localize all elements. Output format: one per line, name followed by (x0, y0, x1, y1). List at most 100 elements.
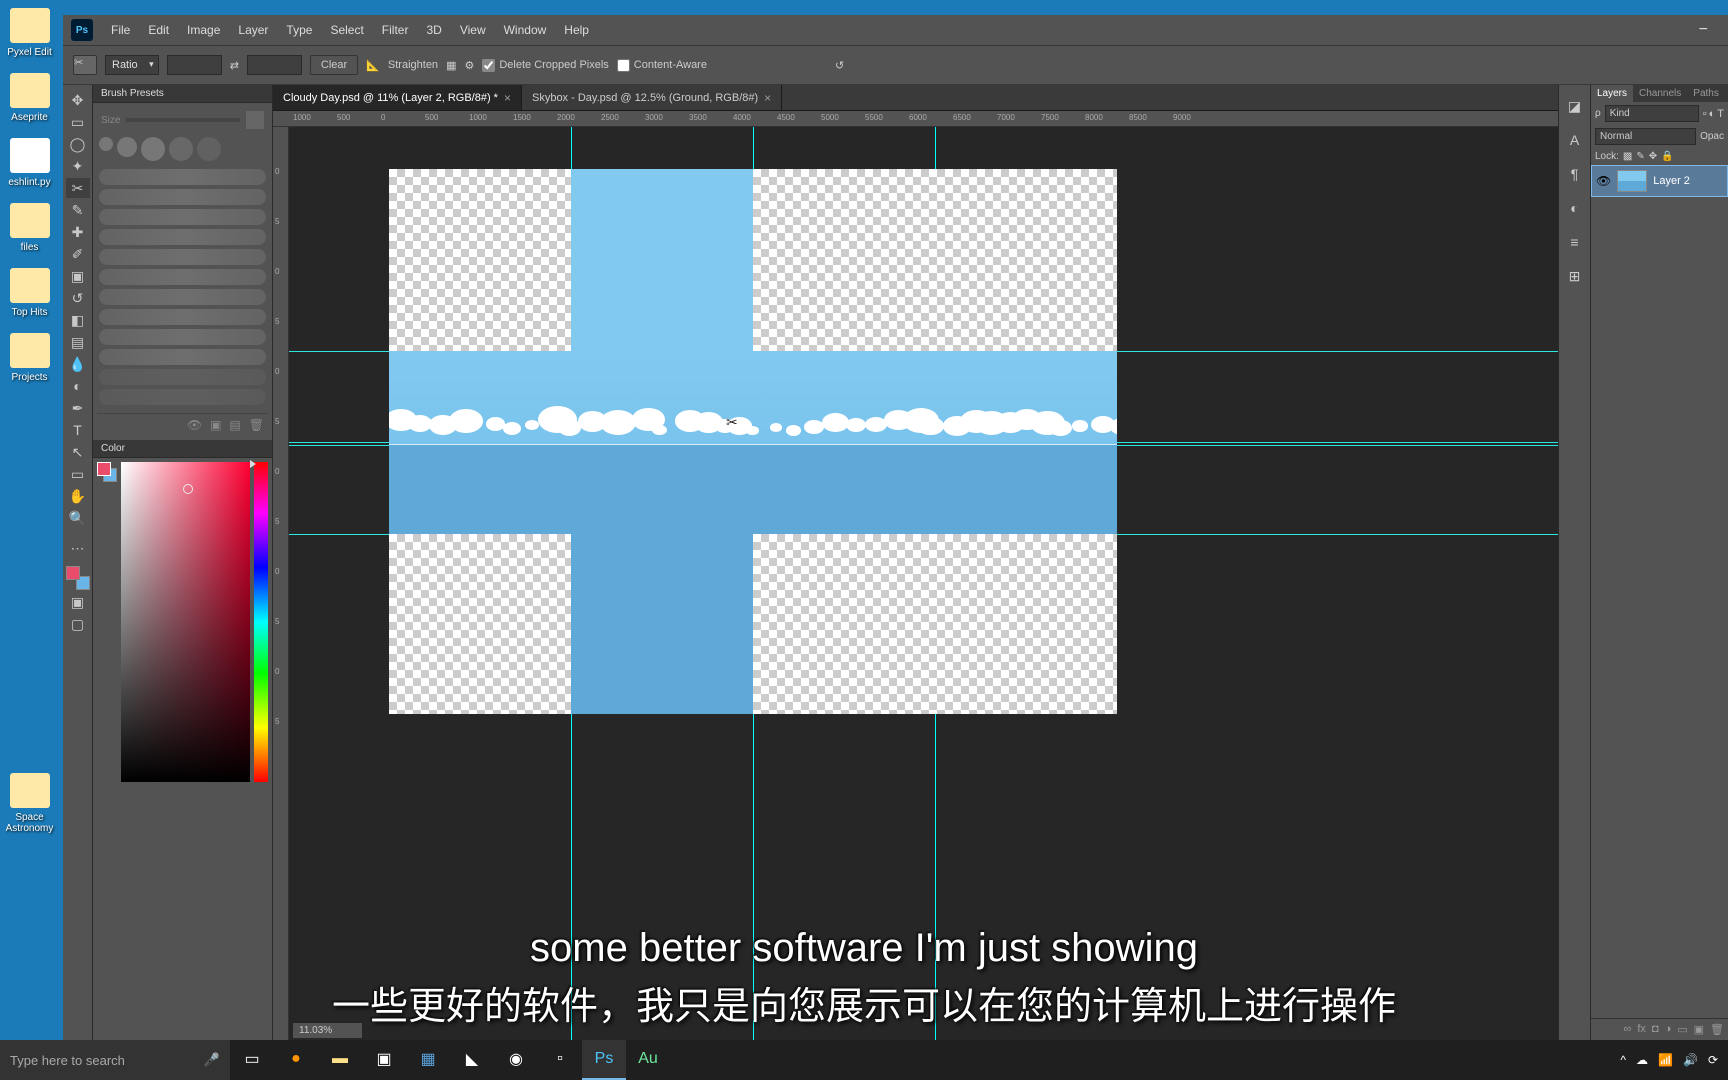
hue-slider[interactable] (254, 462, 268, 782)
ruler-vertical[interactable]: 050505050505 (273, 127, 289, 1040)
quickmask-tool[interactable]: ▣ (66, 592, 90, 612)
menu-layer[interactable]: Layer (230, 19, 276, 41)
reset-icon[interactable]: ↺ (835, 59, 844, 72)
color-mini-swatches[interactable] (97, 462, 117, 782)
path-tool[interactable]: ↖ (66, 442, 90, 462)
app-icon[interactable]: ▣ (362, 1040, 406, 1080)
color-field[interactable] (121, 462, 250, 782)
doc-tab[interactable]: Skybox - Day.psd @ 12.5% (Ground, RGB/8#… (522, 85, 782, 110)
desktop-icon[interactable]: Pyxel Edit (2, 8, 57, 58)
canvas-viewport[interactable]: ✂ 11.03% (289, 127, 1558, 1040)
menu-view[interactable]: View (452, 19, 494, 41)
brush-strokes-list[interactable] (97, 165, 268, 413)
mask-icon[interactable]: ◘ (1652, 1023, 1659, 1036)
delete-icon[interactable]: 🗑 (1710, 1023, 1724, 1036)
crop-tool-icon[interactable]: ✂ (73, 55, 97, 75)
menu-window[interactable]: Window (496, 19, 555, 41)
brush-size-slider[interactable] (126, 118, 240, 122)
brush-delete-icon[interactable]: 🗑 (249, 418, 264, 432)
layer-thumbnail[interactable] (1617, 170, 1647, 192)
color-swatches[interactable] (66, 566, 90, 590)
obs-icon[interactable]: ◉ (494, 1040, 538, 1080)
chevron-up-icon[interactable]: ^ (1620, 1053, 1626, 1067)
grid-icon[interactable]: ▦ (446, 59, 456, 72)
trello-icon[interactable]: ▦ (406, 1040, 450, 1080)
close-icon[interactable]: × (504, 91, 511, 105)
eraser-tool[interactable]: ◧ (66, 310, 90, 330)
marquee-tool[interactable]: ▭ (66, 112, 90, 132)
close-icon[interactable]: × (764, 91, 771, 105)
character-icon[interactable]: A (1565, 131, 1585, 149)
brush-grid[interactable] (97, 133, 268, 165)
pen-tool[interactable]: ✒ (66, 398, 90, 418)
heal-tool[interactable]: ✚ (66, 222, 90, 242)
layers-tab[interactable]: Layers (1591, 85, 1633, 102)
stamp-tool[interactable]: ▣ (66, 266, 90, 286)
lock-all-icon[interactable]: 🔒 (1661, 151, 1673, 162)
menu-file[interactable]: File (103, 19, 138, 41)
adjustment-icon[interactable]: ◑ (1665, 1023, 1672, 1036)
cloud-icon[interactable]: ☁ (1636, 1053, 1648, 1067)
adjustments-icon[interactable]: ≡ (1565, 233, 1585, 251)
edit-toolbar[interactable]: ⋯ (66, 538, 90, 558)
blend-mode-dropdown[interactable]: Normal (1595, 128, 1696, 145)
paths-tab[interactable]: Paths (1687, 85, 1725, 102)
color-tab[interactable]: Color (93, 440, 272, 458)
dodge-tool[interactable]: ◐ (66, 376, 90, 396)
zoom-level[interactable]: 11.03% (293, 1023, 362, 1038)
layer-row[interactable]: 👁 Layer 2 (1591, 165, 1728, 197)
menu-type[interactable]: Type (278, 19, 320, 41)
doc-tab-active[interactable]: Cloudy Day.psd @ 11% (Layer 2, RGB/8#) *… (273, 85, 522, 110)
minimize-button[interactable]: − (1687, 21, 1720, 39)
desktop-icon[interactable]: eshlint.py (2, 138, 57, 188)
layer-kind-dropdown[interactable]: Kind (1605, 105, 1699, 122)
mic-icon[interactable]: 🎤 (204, 1052, 220, 1068)
link-icon[interactable]: ∞ (1624, 1023, 1632, 1036)
photoshop-icon[interactable]: Ps (582, 1040, 626, 1080)
brush-presets-tab[interactable]: Brush Presets (93, 85, 272, 103)
explorer-icon[interactable]: ▬ (318, 1040, 362, 1080)
desktop-icon[interactable]: Top Hits (2, 268, 57, 318)
brush-new-icon[interactable]: ▣ (210, 418, 221, 432)
sync-icon[interactable]: ⟳ (1708, 1053, 1718, 1067)
wand-tool[interactable]: ✦ (66, 156, 90, 176)
menu-image[interactable]: Image (179, 19, 228, 41)
shape-tool[interactable]: ▭ (66, 464, 90, 484)
hand-tool[interactable]: ✋ (66, 486, 90, 506)
lock-paint-icon[interactable]: ✎ (1636, 151, 1644, 162)
paragraph-icon[interactable]: ¶ (1565, 165, 1585, 183)
taskbar-search[interactable]: Type here to search 🎤 (0, 1040, 230, 1080)
menu-edit[interactable]: Edit (140, 19, 177, 41)
network-icon[interactable]: 📶 (1658, 1053, 1673, 1067)
ratio-width-input[interactable] (167, 55, 222, 75)
content-aware-checkbox[interactable]: Content-Aware (617, 59, 707, 72)
eyedropper-tool[interactable]: ✎ (66, 200, 90, 220)
filter-type-icon[interactable]: T (1717, 108, 1724, 120)
layer-name[interactable]: Layer 2 (1653, 175, 1690, 187)
app-icon[interactable]: ▫ (538, 1040, 582, 1080)
screenmode-tool[interactable]: ▢ (66, 614, 90, 634)
foreground-color[interactable] (66, 566, 80, 580)
lock-move-icon[interactable]: ✥ (1649, 151, 1657, 162)
volume-icon[interactable]: 🔊 (1683, 1053, 1698, 1067)
menu-select[interactable]: Select (322, 19, 371, 41)
menu-filter[interactable]: Filter (374, 19, 417, 41)
clear-button[interactable]: Clear (310, 55, 358, 75)
menu-help[interactable]: Help (556, 19, 597, 41)
system-tray[interactable]: ^ ☁ 📶 🔊 ⟳ (1610, 1053, 1728, 1067)
firefox-icon[interactable]: ● (274, 1040, 318, 1080)
brush-save-icon[interactable]: ▤ (229, 418, 240, 432)
filter-adjust-icon[interactable]: ◐ (1709, 108, 1716, 120)
fx-icon[interactable]: fx (1637, 1023, 1646, 1036)
channels-tab[interactable]: Channels (1633, 85, 1687, 102)
desktop-icon[interactable]: files (2, 203, 57, 253)
brush-tool[interactable]: ✐ (66, 244, 90, 264)
swatches-icon[interactable]: ◐ (1565, 199, 1585, 217)
desktop-icon[interactable]: Aseprite (2, 73, 57, 123)
type-tool[interactable]: T (66, 420, 90, 440)
desktop-icon[interactable]: Space Astronomy (2, 773, 57, 834)
menu-3d[interactable]: 3D (418, 19, 449, 41)
desktop-icon[interactable]: Projects (2, 333, 57, 383)
audition-icon[interactable]: Au (626, 1040, 670, 1080)
brush-preview-icon[interactable]: 👁 (187, 418, 202, 432)
